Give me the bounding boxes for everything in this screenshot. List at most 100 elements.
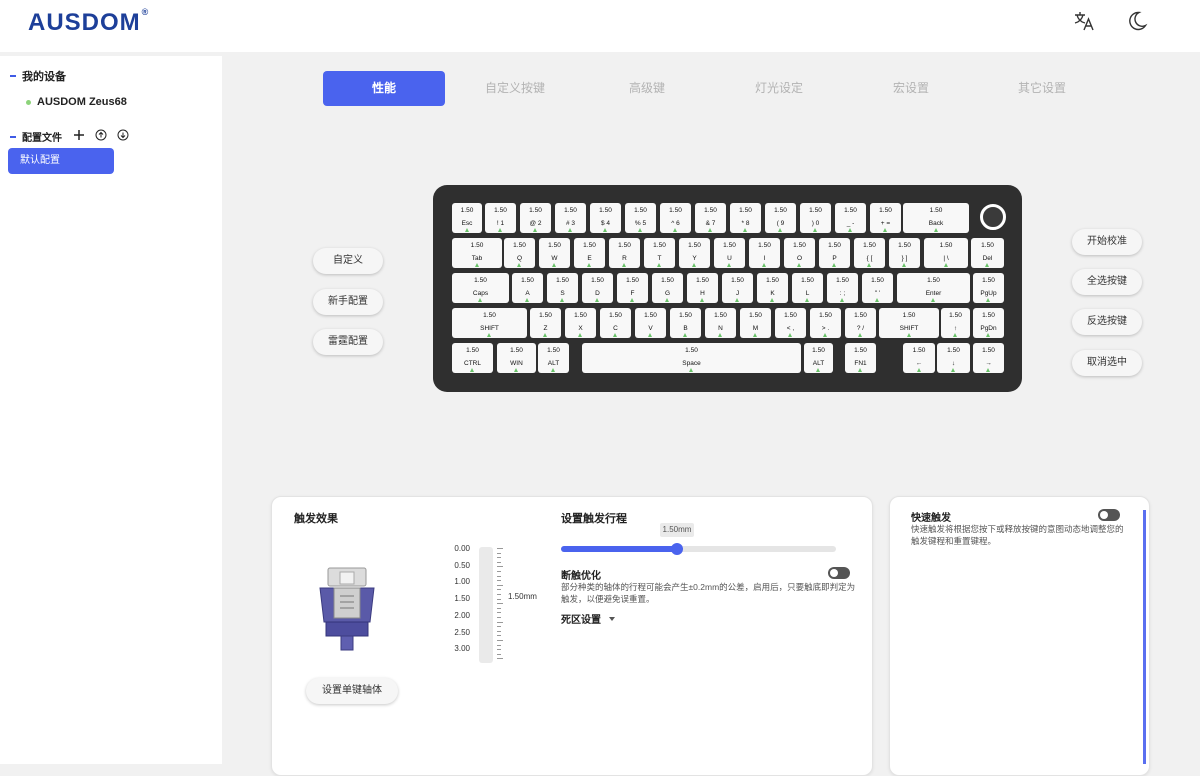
key-3-3[interactable]: 1.50 C	[600, 308, 631, 338]
key-0-3[interactable]: 1.50 # 3	[555, 203, 586, 233]
key-2-10[interactable]: 1.50: ;	[827, 273, 858, 303]
key-1-6[interactable]: 1.50 Y	[679, 238, 710, 268]
add-icon[interactable]	[73, 128, 85, 140]
key-3-5[interactable]: 1.50 B	[670, 308, 701, 338]
key-label: > .	[821, 325, 830, 332]
key-2-3[interactable]: 1.50 D	[582, 273, 613, 303]
key-2-4[interactable]: 1.50 F	[617, 273, 648, 303]
key-0-11[interactable]: 1.50 _ -	[835, 203, 866, 233]
tab-other-settings[interactable]: 其它设置	[981, 71, 1103, 106]
key-4-1[interactable]: 1.50 WIN	[497, 343, 536, 373]
profile-item-default[interactable]: 默认配置	[8, 148, 114, 174]
upload-icon[interactable]	[95, 128, 107, 141]
start-calibration-button[interactable]: 开始校准	[1072, 229, 1142, 255]
disconnect-toggle[interactable]	[828, 567, 850, 579]
rapid-trigger-toggle[interactable]	[1098, 509, 1120, 521]
key-3-4[interactable]: 1.50 V	[635, 308, 666, 338]
key-4-3[interactable]: 1.50 Space	[582, 343, 801, 373]
key-2-6[interactable]: 1.50 H	[687, 273, 718, 303]
key-3-7[interactable]: 1.50 M	[740, 308, 771, 338]
key-1-0[interactable]: 1.50 Tab	[452, 238, 502, 268]
key-3-6[interactable]: 1.50 N	[705, 308, 736, 338]
key-0-8[interactable]: 1.50 * 8	[730, 203, 761, 233]
key-0-4[interactable]: 1.50 $ 4	[590, 203, 621, 233]
key-3-1[interactable]: 1.50 Z	[530, 308, 561, 338]
key-0-13[interactable]: 1.50 Back	[903, 203, 969, 233]
scrollbar[interactable]	[1143, 510, 1146, 764]
key-0-0[interactable]: 1.50 Esc	[452, 203, 482, 233]
key-3-12[interactable]: 1.50 ↑	[941, 308, 970, 338]
tab-macros[interactable]: 宏设置	[850, 71, 972, 106]
key-3-9[interactable]: 1.50 > .	[810, 308, 841, 338]
key-0-12[interactable]: 1.50 + =	[870, 203, 901, 233]
custom-preset-button[interactable]: 自定义	[313, 248, 383, 274]
tab-custom-keys[interactable]: 自定义按键	[454, 71, 576, 106]
key-1-14[interactable]: 1.50 Del	[971, 238, 1004, 268]
invert-selection-button[interactable]: 反选按键	[1072, 309, 1142, 335]
key-0-2[interactable]: 1.50 @ 2	[520, 203, 551, 233]
deselect-button[interactable]: 取消选中	[1072, 350, 1142, 376]
key-1-9[interactable]: 1.50 O	[784, 238, 815, 268]
key-3-2[interactable]: 1.50 X	[565, 308, 596, 338]
tab-advanced-keys[interactable]: 高级键	[586, 71, 708, 106]
travel-slider-thumb[interactable]	[670, 543, 683, 555]
key-4-6[interactable]: 1.50 ←	[903, 343, 935, 373]
key-2-12[interactable]: 1.50 Enter	[897, 273, 970, 303]
translate-icon[interactable]	[1072, 9, 1096, 33]
key-1-8[interactable]: 1.50 I	[749, 238, 780, 268]
key-3-10[interactable]: 1.50 ? /	[845, 308, 876, 338]
beginner-preset-button[interactable]: 新手配置	[313, 289, 383, 315]
moon-icon[interactable]	[1126, 10, 1148, 32]
key-2-5[interactable]: 1.50 G	[652, 273, 683, 303]
key-1-2[interactable]: 1.50 W	[539, 238, 570, 268]
deadzone-dropdown[interactable]: 死区设置	[561, 611, 615, 626]
key-3-8[interactable]: 1.50 < ,	[775, 308, 806, 338]
devices-heading: 我的设备	[22, 71, 66, 83]
key-1-10[interactable]: 1.50 P	[819, 238, 850, 268]
key-1-1[interactable]: 1.50 Q	[504, 238, 535, 268]
key-2-8[interactable]: 1.50 K	[757, 273, 788, 303]
key-0-7[interactable]: 1.50 & 7	[695, 203, 726, 233]
key-2-1[interactable]: 1.50 A	[512, 273, 543, 303]
key-2-13[interactable]: 1.50 PgUp	[973, 273, 1004, 303]
key-1-4[interactable]: 1.50 R	[609, 238, 640, 268]
set-switch-button[interactable]: 设置单键轴体	[306, 678, 398, 704]
tab-lighting[interactable]: 灯光设定	[718, 71, 840, 106]
key-4-4[interactable]: 1.50 ALT	[804, 343, 833, 373]
key-0-10[interactable]: 1.50) 0	[800, 203, 831, 233]
key-2-0[interactable]: 1.50 Caps	[452, 273, 509, 303]
key-marker-icon	[487, 333, 491, 337]
key-4-2[interactable]: 1.50 ALT	[538, 343, 569, 373]
key-4-0[interactable]: 1.50 CTRL	[452, 343, 493, 373]
key-1-13[interactable]: 1.50 | \	[924, 238, 968, 268]
key-2-9[interactable]: 1.50 L	[792, 273, 823, 303]
key-4-5[interactable]: 1.50 FN1	[845, 343, 876, 373]
key-3-13[interactable]: 1.50 PgDn	[973, 308, 1004, 338]
key-3-11[interactable]: 1.50 SHIFT	[879, 308, 939, 338]
key-1-3[interactable]: 1.50 E	[574, 238, 605, 268]
key-0-9[interactable]: 1.50 ( 9	[765, 203, 796, 233]
key-4-8[interactable]: 1.50 →	[973, 343, 1004, 373]
key-2-11[interactable]: 1.50 " '	[862, 273, 893, 303]
devices-section-header[interactable]: 我的设备	[10, 68, 66, 84]
key-1-12[interactable]: 1.50} ]	[889, 238, 920, 268]
key-1-5[interactable]: 1.50 T	[644, 238, 675, 268]
rotary-knob[interactable]	[980, 204, 1006, 230]
key-4-7[interactable]: 1.50 ↓	[937, 343, 970, 373]
travel-slider[interactable]	[561, 543, 836, 555]
key-0-6[interactable]: 1.50 ^ 6	[660, 203, 691, 233]
key-2-2[interactable]: 1.50 S	[547, 273, 578, 303]
thunder-preset-button[interactable]: 雷霆配置	[313, 329, 383, 355]
key-0-1[interactable]: 1.50 ! 1	[485, 203, 516, 233]
profile-tools	[73, 128, 129, 141]
tab-performance[interactable]: 性能	[323, 71, 445, 106]
key-1-11[interactable]: 1.50 { [	[854, 238, 885, 268]
select-all-keys-button[interactable]: 全选按键	[1072, 269, 1142, 295]
device-item[interactable]: AUSDOM Zeus68	[26, 96, 127, 108]
key-0-5[interactable]: 1.50 % 5	[625, 203, 656, 233]
key-2-7[interactable]: 1.50 J	[722, 273, 753, 303]
key-1-7[interactable]: 1.50 U	[714, 238, 745, 268]
key-3-0[interactable]: 1.50 SHIFT	[452, 308, 527, 338]
profiles-section-header[interactable]: 配置文件	[10, 129, 62, 144]
download-icon[interactable]	[117, 128, 129, 141]
